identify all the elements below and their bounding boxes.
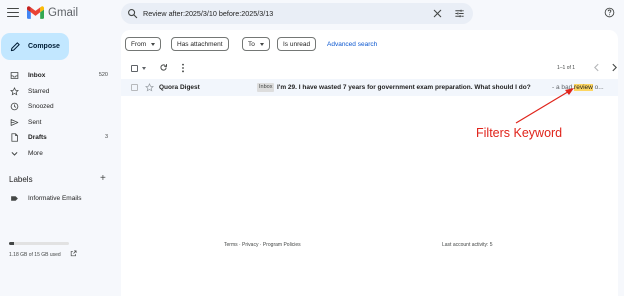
add-label-button[interactable]: + (100, 174, 106, 184)
sidebar-item-label: More (28, 150, 43, 157)
sidebar-item-sent[interactable]: Sent (0, 115, 112, 130)
sidebar-item-drafts[interactable]: Drafts 3 (0, 130, 112, 145)
close-icon[interactable] (432, 8, 443, 19)
labels-heading: Labels (9, 175, 33, 184)
to-filter-label: To (248, 40, 255, 48)
has-attachment-chip[interactable]: Has attachment (171, 37, 229, 51)
more-vert-icon[interactable] (180, 63, 186, 73)
star-icon (10, 87, 19, 96)
search-icon[interactable] (127, 8, 138, 19)
sidebar-label-informative-emails[interactable]: Informative Emails (0, 191, 112, 206)
chevron-right-icon[interactable] (611, 63, 618, 72)
email-sender: Quora Digest (159, 84, 200, 91)
chevron-left-icon[interactable] (593, 63, 600, 72)
footer-links[interactable]: Terms · Privacy · Program Policies (224, 242, 301, 248)
gmail-wordmark: Gmail (48, 6, 79, 19)
email-row[interactable]: Quora Digest Inbox I'm 29. I have wasted… (121, 79, 618, 96)
sidebar-item-label: Drafts (28, 134, 47, 141)
refresh-icon[interactable] (159, 63, 168, 72)
sidebar-item-starred[interactable]: Starred (0, 84, 112, 99)
sidebar-item-label: Sent (28, 119, 42, 126)
label-icon (11, 196, 18, 201)
help-icon[interactable] (604, 7, 615, 18)
select-all-checkbox[interactable] (131, 65, 138, 72)
advanced-search-link[interactable]: Advanced search (327, 41, 377, 48)
sidebar-item-more[interactable]: More (0, 146, 112, 161)
sidebar-item-count: 3 (104, 134, 108, 140)
is-unread-label: Is unread (283, 40, 311, 48)
sidebar-item-label: Informative Emails (28, 195, 82, 202)
email-snippet: - a bad review o... (552, 84, 618, 91)
draft-icon (11, 133, 18, 142)
sidebar-item-inbox[interactable]: Inbox 520 (0, 68, 112, 83)
main-menu-icon[interactable] (7, 7, 19, 18)
inbox-icon (10, 72, 19, 79)
inbox-badge[interactable]: Inbox (257, 83, 275, 92)
compose-button[interactable]: Compose (1, 33, 69, 60)
storage-usage-bar (9, 242, 69, 245)
snippet-text: - a bad (552, 84, 575, 91)
dropdown-caret-icon (259, 42, 264, 46)
sidebar-item-label: Inbox (28, 72, 46, 79)
pencil-icon (10, 42, 20, 52)
clock-icon (10, 102, 19, 111)
snippet-highlight: review (574, 84, 593, 91)
star-icon[interactable] (145, 83, 154, 92)
sidebar-item-snoozed[interactable]: Snoozed (0, 99, 112, 114)
annotation-label: Filters Keyword (476, 126, 563, 140)
chevron-down-icon (11, 152, 18, 156)
search-bar[interactable]: Review after:2025/3/10 before:2025/3/13 (121, 3, 473, 24)
last-activity-text: Last account activity: 5 (442, 242, 493, 248)
from-filter-label: From (131, 40, 147, 48)
select-options-caret-icon[interactable] (142, 67, 146, 70)
sidebar-item-label: Snoozed (28, 103, 54, 110)
storage-usage-text: 1.18 GB of 15 GB used (9, 252, 61, 258)
send-icon (10, 119, 19, 126)
dropdown-caret-icon (151, 42, 156, 46)
open-in-new-icon[interactable] (70, 250, 77, 257)
mail-list-panel: From Has attachment To Is unread Advance… (121, 30, 618, 296)
email-row-checkbox[interactable] (131, 84, 138, 91)
is-unread-chip[interactable]: Is unread (277, 37, 317, 51)
sidebar-item-count: 520 (98, 72, 108, 78)
gmail-m-icon (27, 6, 44, 19)
compose-label: Compose (28, 43, 60, 50)
search-options-icon[interactable] (454, 8, 465, 19)
storage-usage-fill (9, 242, 14, 245)
snippet-text: o... (592, 84, 604, 91)
gmail-logo[interactable]: Gmail (27, 6, 78, 19)
pagination-count: 1–1 of 1 (557, 65, 576, 71)
sidebar-item-label: Starred (28, 88, 50, 95)
from-filter-chip[interactable]: From (125, 37, 162, 51)
to-filter-chip[interactable]: To (242, 37, 270, 51)
has-attachment-label: Has attachment (177, 40, 223, 48)
search-query[interactable]: Review after:2025/3/10 before:2025/3/13 (143, 9, 273, 18)
email-subject: I'm 29. I have wasted 7 years for govern… (277, 84, 531, 91)
